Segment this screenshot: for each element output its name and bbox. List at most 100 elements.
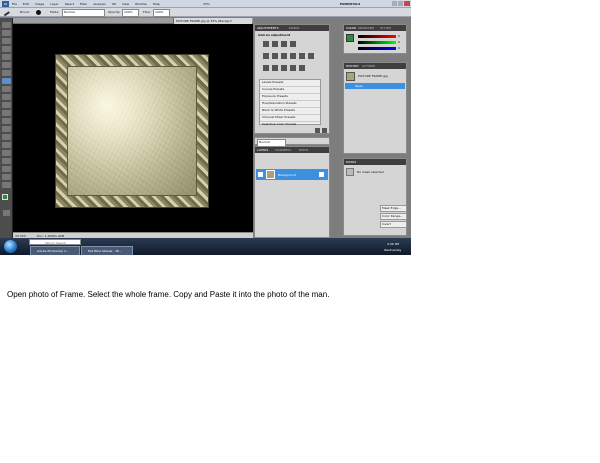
document-canvas[interactable] [13,24,253,232]
pen-tool-icon[interactable] [2,134,11,140]
invert-icon[interactable] [263,65,269,71]
blue-slider[interactable] [358,47,396,50]
tab-styles[interactable]: STYLES [380,26,391,30]
gradient-map-icon[interactable] [290,65,296,71]
selective-color-icon[interactable] [299,65,305,71]
black-white-icon[interactable] [290,53,296,59]
color-foreground-chip[interactable] [346,34,354,42]
3d-tool-icon[interactable] [2,166,11,172]
crop-tool-icon[interactable] [2,54,11,60]
curves-icon[interactable] [281,41,287,47]
taskbar-item-photoshop[interactable]: Adobe Photoshop C... [30,246,80,255]
posterize-icon[interactable] [272,65,278,71]
tab-layers[interactable]: LAYERS [257,148,268,152]
threshold-icon[interactable] [281,65,287,71]
menu-select[interactable]: Select [65,2,74,6]
brush-preset-picker[interactable] [36,10,41,15]
preset-item[interactable]: Channel Mixer Presets [260,115,320,122]
layer-row[interactable]: Background [256,169,328,180]
preset-item[interactable]: Selective Color Presets [260,122,320,128]
preset-item[interactable]: Hue/Saturation Presets [260,101,320,108]
brush-tool-icon[interactable] [2,8,10,17]
menu-image[interactable]: Image [35,2,44,6]
mask-edge-button[interactable]: Mask Edge... [380,205,407,212]
blue-value[interactable]: 0 [398,46,400,50]
eyedropper-tool-icon[interactable] [2,62,11,68]
green-slider[interactable] [358,41,396,44]
history-state-row[interactable]: Open [345,83,405,89]
shape-tool-icon[interactable] [2,158,11,164]
opacity-field[interactable]: 100% [122,9,139,17]
brightness-icon[interactable] [263,41,269,47]
levels-icon[interactable] [272,41,278,47]
yahoo-search-box[interactable]: Yahoo! Search [29,239,81,245]
minimize-button[interactable] [392,1,397,6]
marquee-tool-icon[interactable] [2,30,11,36]
zoom-tool-icon[interactable] [2,182,11,188]
eye-icon[interactable] [258,172,263,177]
brush-tool-icon[interactable] [2,78,11,84]
menu-edit[interactable]: Edit [23,2,29,6]
expand-icon[interactable] [322,128,327,133]
blur-tool-icon[interactable] [2,118,11,124]
clock-time[interactable]: 4:46 PM [387,242,399,246]
channel-mixer-icon[interactable] [308,53,314,59]
invert-button[interactable]: Invert [380,221,407,228]
gradient-tool-icon[interactable] [2,110,11,116]
layer-name[interactable]: Background [278,173,296,177]
menu-3d[interactable]: 3D [112,2,116,6]
vibrance-icon[interactable] [263,53,269,59]
color-range-button[interactable]: Color Range... [380,213,407,220]
menu-view[interactable]: View [122,2,129,6]
lasso-tool-icon[interactable] [2,38,11,44]
color-balance-icon[interactable] [281,53,287,59]
tab-masks[interactable]: MASKS [289,26,299,30]
clone-stamp-tool-icon[interactable] [2,86,11,92]
hue-saturation-icon[interactable] [272,53,278,59]
snapshot-name[interactable]: PICTURE FRAME.jpg [358,74,388,78]
exposure-icon[interactable] [290,41,296,47]
healing-tool-icon[interactable] [2,70,11,76]
quick-select-tool-icon[interactable] [2,46,11,52]
menu-window[interactable]: Window [135,2,147,6]
menu-analysis[interactable]: Analysis [93,2,105,6]
tab-adjustments[interactable]: ADJUSTMENTS [257,26,279,30]
tab-masks-panel[interactable]: MASKS [346,160,356,164]
tab-history[interactable]: HISTORY [346,64,359,68]
mode-select[interactable]: Normal [62,9,105,17]
hand-tool-icon[interactable] [2,174,11,180]
tab-swatches[interactable]: SWATCHES [358,26,374,30]
photo-filter-icon[interactable] [299,53,305,59]
flow-field[interactable]: 100% [153,9,170,17]
taskbar-item-browser[interactable]: Eat Mine Stealer - Mi... [81,246,133,255]
quick-mask-icon[interactable] [3,210,10,216]
type-tool-icon[interactable] [2,142,11,148]
path-select-tool-icon[interactable] [2,150,11,156]
tab-paths[interactable]: PATHS [299,148,308,152]
preset-item[interactable]: Black & White Presets [260,108,320,115]
foreground-color-swatch[interactable] [2,194,8,200]
dodge-tool-icon[interactable] [2,126,11,132]
maximize-button[interactable] [398,1,403,6]
history-brush-tool-icon[interactable] [2,94,11,100]
snapshot-thumbnail[interactable] [346,72,355,81]
close-button[interactable] [404,1,410,6]
red-slider[interactable] [358,35,396,38]
tab-channels[interactable]: CHANNELS [275,148,291,152]
menu-layer[interactable]: Layer [50,2,58,6]
menu-file[interactable]: File [12,2,17,6]
tab-color[interactable]: COLOR [346,26,356,30]
red-value[interactable]: 0 [398,34,400,38]
start-button[interactable] [4,240,17,253]
preset-item[interactable]: Curves Presets [260,87,320,94]
tab-actions[interactable]: ACTIONS [362,64,375,68]
menu-help[interactable]: Help [153,2,160,6]
workspace-switcher[interactable]: ESSENTIALS [340,2,360,6]
green-value[interactable]: 0 [398,40,400,44]
eraser-tool-icon[interactable] [2,102,11,108]
move-tool-icon[interactable] [2,22,11,28]
preset-item[interactable]: Levels Presets [260,80,320,87]
clip-icon[interactable] [315,128,320,133]
zoom-level[interactable]: 33% [203,2,210,6]
preset-item[interactable]: Exposure Presets [260,94,320,101]
